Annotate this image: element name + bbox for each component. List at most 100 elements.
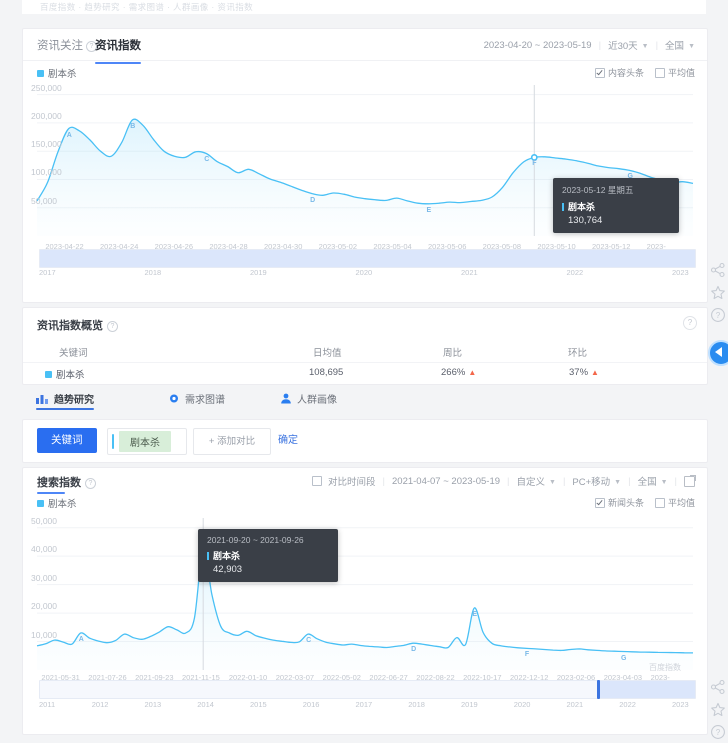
nav-item-audience-profile[interactable]: 人群画像 xyxy=(280,391,337,406)
keyword-button[interactable]: 关键词 xyxy=(37,428,97,453)
favorite-icon[interactable] xyxy=(710,285,726,301)
search-period-select[interactable]: 自定义▼ xyxy=(517,474,556,488)
y-axis-tick: 30,000 xyxy=(31,573,57,583)
table-row[interactable]: 剧本杀 108,695 266%▲ 37%▲ xyxy=(23,362,707,384)
timeline-selected-range[interactable] xyxy=(40,250,695,267)
chart-point-label: C xyxy=(306,637,311,644)
arrow-up-icon: ▲ xyxy=(591,368,599,377)
news-legend-row: 剧本杀 内容头条 平均值 xyxy=(23,61,707,82)
help-icon[interactable]: ? xyxy=(107,321,118,332)
search-index-card: 搜索指数? 对比时间段 | 2021-04-07 ~ 2023-05-19 | … xyxy=(22,467,708,735)
overview-help-icon[interactable]: ? xyxy=(683,316,697,330)
add-compare-button[interactable]: + 添加对比 xyxy=(193,428,271,455)
timeline-year-label: 2018 xyxy=(145,268,162,277)
help-icon[interactable]: ? xyxy=(85,478,96,489)
search-device-select[interactable]: PC+移动▼ xyxy=(572,474,621,488)
news-legend-item[interactable]: 剧本杀 xyxy=(37,66,77,80)
news-timeline-slider[interactable] xyxy=(39,249,696,268)
legend-swatch-icon xyxy=(45,371,52,378)
news-index-chart[interactable]: 50,000100,000150,000200,000250,000 2023-… xyxy=(23,81,707,302)
checkbox-news-headline-label: 内容头条 xyxy=(608,66,644,79)
timeline-selected-range[interactable] xyxy=(598,681,695,698)
nav-item-demand-graph[interactable]: 需求图谱 xyxy=(168,391,225,406)
news-tabs-row: 资讯关注? 资讯指数 2023-04-20 ~ 2023-05-19 | 近30… xyxy=(23,29,707,61)
news-period-select[interactable]: 近30天▼ xyxy=(608,38,649,52)
tooltip-keyword: 剧本杀 xyxy=(207,549,329,562)
nav-item-trend-research[interactable]: 趋势研究 xyxy=(36,391,94,406)
chart-point-label: E xyxy=(426,207,431,214)
keyword-color-bar-icon xyxy=(112,434,114,449)
divider: | xyxy=(507,476,509,487)
chart-point-label: C xyxy=(204,156,209,163)
tab-news-attention[interactable]: 资讯关注? xyxy=(37,37,97,53)
timeline-year-label: 2020 xyxy=(514,700,531,709)
divider: | xyxy=(563,476,565,487)
search-watermark: 百度指数 xyxy=(649,662,681,673)
legend-swatch-icon xyxy=(37,500,44,507)
expand-icon[interactable] xyxy=(684,476,695,487)
news-index-card: 资讯关注? 资讯指数 2023-04-20 ~ 2023-05-19 | 近30… xyxy=(22,28,708,303)
checkbox-news-average[interactable]: 平均值 xyxy=(655,66,695,79)
nav-active-underline xyxy=(36,408,94,410)
confirm-button[interactable]: 确定 xyxy=(278,428,298,453)
timeline-year-label: 2012 xyxy=(92,700,109,709)
share-icon[interactable] xyxy=(710,679,726,695)
checkbox-news-average-label: 平均值 xyxy=(668,66,695,79)
search-chart-tooltip: 2021-09-20 ~ 2021-09-26 剧本杀 42,903 xyxy=(198,529,338,582)
checkbox-search-average-label: 平均值 xyxy=(668,496,695,509)
news-region-select[interactable]: 全国▼ xyxy=(665,38,695,52)
divider: | xyxy=(599,40,601,51)
search-legend-item[interactable]: 剧本杀 xyxy=(37,496,77,510)
y-axis-tick: 100,000 xyxy=(31,167,62,177)
tab-news-index[interactable]: 资讯指数 xyxy=(95,37,141,53)
checkbox-search-headline[interactable]: 新闻头条 xyxy=(595,496,644,509)
timeline-year-label: 2022 xyxy=(619,700,636,709)
tooltip-date: 2021-09-20 ~ 2021-09-26 xyxy=(207,535,329,545)
search-header-controls: 对比时间段 | 2021-04-07 ~ 2023-05-19 | 自定义▼ |… xyxy=(312,474,695,488)
tooltip-value: 130,764 xyxy=(568,215,670,226)
checkbox-compare-period[interactable]: 对比时间段 xyxy=(312,474,376,488)
divider: | xyxy=(675,476,677,487)
keyword-chip-value: 剧本杀 xyxy=(119,431,171,452)
chevron-down-icon: ▼ xyxy=(549,479,556,486)
chevron-down-icon: ▼ xyxy=(614,479,621,486)
y-axis-tick: 150,000 xyxy=(31,139,62,149)
chevron-down-icon: ▼ xyxy=(688,43,695,50)
search-date-range[interactable]: 2021-04-07 ~ 2023-05-19 xyxy=(392,476,500,487)
chart-point-label: E xyxy=(472,611,477,618)
feedback-bubble-button[interactable] xyxy=(708,340,728,366)
timeline-year-label: 2014 xyxy=(197,700,214,709)
y-axis-tick: 50,000 xyxy=(31,516,57,526)
chart-point-label: D xyxy=(411,646,416,653)
arrow-up-icon: ▲ xyxy=(468,368,476,377)
divider: | xyxy=(383,476,385,487)
timeline-year-label: 2017 xyxy=(356,700,373,709)
search-region-select[interactable]: 全国▼ xyxy=(638,474,668,488)
news-date-range[interactable]: 2023-04-20 ~ 2023-05-19 xyxy=(484,40,592,51)
timeline-year-label: 2022 xyxy=(567,268,584,277)
share-icon[interactable] xyxy=(710,262,726,278)
chart-point-label: F xyxy=(532,160,536,167)
timeline-year-label: 2023 xyxy=(672,268,689,277)
checkbox-news-headline[interactable]: 内容头条 xyxy=(595,66,644,79)
checkbox-search-average[interactable]: 平均值 xyxy=(655,496,695,509)
checkbox-search-headline-label: 新闻头条 xyxy=(608,496,644,509)
overview-title: 资讯指数概览? xyxy=(37,317,118,333)
top-ghost-strip: 百度指数 · 趋势研究 · 需求图谱 · 人群画像 · 资讯指数 xyxy=(22,0,706,15)
timeline-left-handle[interactable] xyxy=(597,680,600,699)
nav-item-audience-profile-label: 人群画像 xyxy=(297,391,337,406)
tab-news-attention-label: 资讯关注 xyxy=(37,40,83,52)
search-index-chart[interactable]: 10,00020,00030,00040,00050,000 2021-05-3… xyxy=(23,514,707,734)
row-month-on-month: 37%▲ xyxy=(569,367,599,378)
page-gap xyxy=(0,14,728,28)
help-icon[interactable]: ? xyxy=(710,307,726,323)
column-header-daily-avg: 日均值 xyxy=(313,345,342,359)
keyword-chip[interactable]: 剧本杀 xyxy=(107,428,187,455)
tooltip-keyword: 剧本杀 xyxy=(562,200,670,213)
timeline-year-label: 2021 xyxy=(567,700,584,709)
tooltip-value: 42,903 xyxy=(213,564,329,575)
help-icon[interactable]: ? xyxy=(710,724,726,740)
y-axis-tick: 200,000 xyxy=(31,111,62,121)
search-timeline-slider[interactable] xyxy=(39,680,696,699)
favorite-icon[interactable] xyxy=(710,702,726,718)
